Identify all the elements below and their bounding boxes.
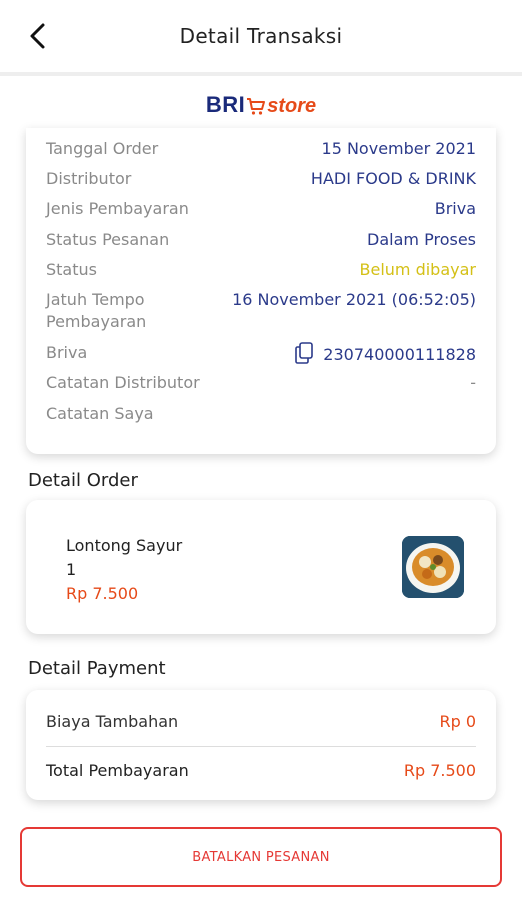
info-label: Catatan Distributor <box>46 373 200 392</box>
info-value: 16 November 2021 (06:52:05) <box>232 290 476 309</box>
extra-fee-value: Rp 0 <box>439 712 476 731</box>
item-thumbnail <box>402 536 464 598</box>
extra-fee-label: Biaya Tambahan <box>46 712 179 731</box>
info-label-line2: Pembayaran <box>46 312 147 331</box>
briva-number: 230740000111828 <box>323 345 476 364</box>
info-value: 15 November 2021 <box>321 139 476 158</box>
order-item-card[interactable]: Lontong Sayur 1 Rp 7.500 <box>26 500 496 634</box>
info-label-line1: Jatuh Tempo <box>46 290 145 309</box>
info-value: - <box>470 373 476 392</box>
info-label: Catatan Saya <box>46 404 154 423</box>
info-label: Distributor <box>46 169 132 188</box>
transaction-info-card: Tanggal Order 15 November 2021 Distribut… <box>26 128 496 454</box>
info-label: Jatuh Tempo Pembayaran <box>46 289 146 333</box>
info-label: Status Pesanan <box>46 230 170 249</box>
info-value: Dalam Proses <box>367 230 476 249</box>
cancel-order-button[interactable]: BATALKAN PESANAN <box>20 827 502 887</box>
info-label: Status <box>46 260 97 279</box>
detail-payment-title: Detail Payment <box>28 658 166 679</box>
brand-logo: BRI store <box>0 92 522 121</box>
divider <box>46 746 476 747</box>
info-label: Briva <box>46 343 88 362</box>
status-badge: Belum dibayar <box>359 260 477 279</box>
total-label: Total Pembayaran <box>46 761 189 780</box>
item-name: Lontong Sayur <box>66 536 183 555</box>
brand-bri: BRI <box>205 92 246 117</box>
cart-icon <box>246 96 266 121</box>
info-value: HADI FOOD & DRINK <box>310 169 476 188</box>
app-header: Detail Transaksi <box>0 0 522 76</box>
brand-store: store <box>267 95 317 117</box>
info-value: Briva <box>434 199 476 218</box>
item-price: Rp 7.500 <box>66 584 139 603</box>
item-quantity: 1 <box>66 560 77 579</box>
detail-order-title: Detail Order <box>28 470 138 491</box>
page-title: Detail Transaksi <box>179 24 343 48</box>
info-label: Tanggal Order <box>46 139 159 158</box>
copy-icon[interactable] <box>295 342 314 370</box>
briva-value: 230740000111828 <box>295 342 476 370</box>
info-label: Jenis Pembayaran <box>46 199 189 218</box>
total-value: Rp 7.500 <box>403 761 476 780</box>
payment-card: Biaya Tambahan Rp 0 Total Pembayaran Rp … <box>26 690 496 800</box>
